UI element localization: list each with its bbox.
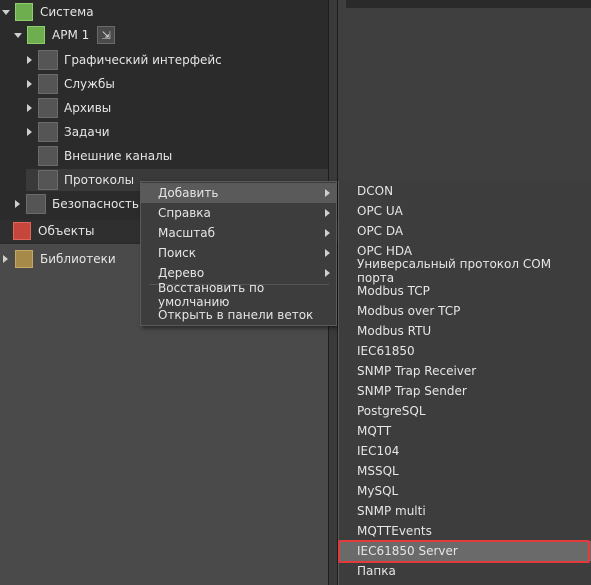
menu-item-label: Открыть в панели веток bbox=[158, 308, 314, 322]
submenu-arrow-icon bbox=[325, 249, 330, 257]
menu-item-tree[interactable]: Дерево bbox=[141, 263, 336, 283]
submenu-item[interactable]: MQTT bbox=[339, 421, 591, 441]
submenu-item-label: Modbus over TCP bbox=[357, 304, 461, 318]
tree-node-tasks[interactable]: Задачи bbox=[26, 121, 110, 143]
submenu-arrow-icon bbox=[325, 229, 330, 237]
submenu-item-label: DCON bbox=[357, 184, 394, 198]
panel-libraries-label: Библиотеки bbox=[40, 252, 116, 266]
tree-node-label: Службы bbox=[64, 77, 115, 91]
add-submenu: DCON OPC UA OPC DA OPC HDA Универсальный про… bbox=[338, 181, 591, 585]
submenu-item[interactable]: Modbus over TCP bbox=[339, 301, 591, 321]
folder-icon bbox=[38, 98, 58, 118]
submenu-item-label: MQTTEvents bbox=[357, 524, 432, 538]
panel-libraries[interactable]: Библиотеки bbox=[2, 248, 116, 270]
expand-right-icon[interactable] bbox=[26, 104, 34, 112]
folder-icon bbox=[38, 146, 58, 166]
menu-item-help[interactable]: Справка bbox=[141, 203, 336, 223]
expand-down-icon[interactable] bbox=[2, 8, 10, 16]
submenu-item[interactable]: OPC UA bbox=[339, 201, 591, 221]
expand-down-icon[interactable] bbox=[14, 31, 22, 39]
arm-action-icon[interactable]: ⇲ bbox=[97, 26, 116, 44]
objects-icon bbox=[12, 221, 32, 241]
menu-item-label: Справка bbox=[158, 206, 211, 220]
tree-node-label: Задачи bbox=[64, 125, 110, 139]
submenu-item[interactable]: MySQL bbox=[339, 481, 591, 501]
panel-objects-label: Объекты bbox=[38, 224, 95, 238]
tree-node-system[interactable]: Система bbox=[2, 1, 94, 23]
submenu-item[interactable]: Modbus RTU bbox=[339, 321, 591, 341]
submenu-item-label: Modbus TCP bbox=[357, 284, 430, 298]
submenu-item-label: Modbus RTU bbox=[357, 324, 432, 338]
tree-node-system-label: Система bbox=[40, 5, 94, 19]
submenu-item[interactable]: MSSQL bbox=[339, 461, 591, 481]
tree-node-security-label: Безопасность bbox=[52, 197, 139, 211]
tree-node-label: Графический интерфейс bbox=[64, 53, 222, 67]
menu-item-label: Дерево bbox=[158, 266, 205, 280]
tree-node-label: Архивы bbox=[64, 101, 112, 115]
expand-right-icon[interactable] bbox=[26, 128, 34, 136]
folder-icon bbox=[38, 74, 58, 94]
submenu-item[interactable]: PostgreSQL bbox=[339, 401, 591, 421]
submenu-item-label: IEC61850 Server bbox=[357, 544, 458, 558]
tree-node-label: Протоколы bbox=[64, 173, 135, 187]
submenu-item[interactable]: IEC61850 bbox=[339, 341, 591, 361]
submenu-item[interactable]: SNMP Trap Receiver bbox=[339, 361, 591, 381]
tree-node-services[interactable]: Службы bbox=[26, 73, 115, 95]
tree-node-arm[interactable]: АРМ 1 ⇲ bbox=[14, 24, 116, 46]
menu-item-add[interactable]: Добавить bbox=[141, 183, 336, 203]
workstation-icon bbox=[26, 25, 46, 45]
system-icon bbox=[14, 2, 34, 22]
tree-node-label: Внешние каналы bbox=[64, 149, 173, 163]
submenu-item-label: OPC HDA bbox=[357, 244, 413, 258]
expand-right-icon[interactable] bbox=[26, 80, 34, 88]
menu-item-label: Масштаб bbox=[158, 226, 216, 240]
submenu-item[interactable]: IEC61850 Server bbox=[339, 541, 591, 561]
submenu-item-label: SNMP Trap Receiver bbox=[357, 364, 477, 378]
right-panel-header bbox=[346, 0, 591, 8]
submenu-item-label: SNMP multi bbox=[357, 504, 426, 518]
submenu-item[interactable]: Универсальный протокол COM порта bbox=[339, 257, 591, 285]
submenu-item[interactable]: IEC104 bbox=[339, 441, 591, 461]
libraries-icon bbox=[14, 249, 34, 269]
submenu-item-label: MQTT bbox=[357, 424, 392, 438]
tree-node-graphic-interface[interactable]: Графический интерфейс bbox=[26, 49, 222, 71]
submenu-item-label: IEC61850 bbox=[357, 344, 415, 358]
submenu-item-label: IEC104 bbox=[357, 444, 400, 458]
submenu-item-label: SNMP Trap Sender bbox=[357, 384, 467, 398]
expand-right-icon[interactable] bbox=[2, 255, 10, 263]
folder-icon bbox=[26, 194, 46, 214]
menu-item-search[interactable]: Поиск bbox=[141, 243, 336, 263]
submenu-item[interactable]: OPC DA bbox=[339, 221, 591, 241]
tree-node-archives[interactable]: Архивы bbox=[26, 97, 111, 119]
tree-node-security[interactable]: Безопасность bbox=[14, 193, 139, 215]
submenu-item-label: PostgreSQL bbox=[357, 404, 426, 418]
submenu-item-label: MySQL bbox=[357, 484, 399, 498]
menu-item-restore-default[interactable]: Восстановить по умолчанию bbox=[141, 281, 336, 309]
submenu-arrow-icon bbox=[325, 269, 330, 277]
submenu-item-label: OPC UA bbox=[357, 204, 403, 218]
submenu-arrow-icon bbox=[325, 189, 330, 197]
submenu-item[interactable]: SNMP Trap Sender bbox=[339, 381, 591, 401]
menu-item-scale[interactable]: Масштаб bbox=[141, 223, 336, 243]
menu-item-open-in-branch-panel[interactable]: Открыть в панели веток bbox=[141, 305, 336, 325]
tree-node-external-channels[interactable]: Внешние каналы bbox=[26, 145, 172, 167]
context-menu: Добавить Справка Масштаб Поиск Дерево Во… bbox=[140, 181, 337, 326]
expand-right-icon[interactable] bbox=[14, 200, 22, 208]
menu-item-label: Поиск bbox=[158, 246, 197, 260]
submenu-item[interactable]: DCON bbox=[339, 181, 591, 201]
submenu-arrow-icon bbox=[325, 209, 330, 217]
submenu-item[interactable]: MQTTEvents bbox=[339, 521, 591, 541]
expand-right-icon[interactable] bbox=[26, 56, 34, 64]
folder-icon bbox=[38, 50, 58, 70]
folder-icon bbox=[38, 170, 58, 190]
tree-node-arm-label: АРМ 1 bbox=[52, 28, 90, 42]
submenu-item-label: MSSQL bbox=[357, 464, 399, 478]
submenu-item-label: Папка bbox=[357, 564, 396, 578]
submenu-item-label: OPC DA bbox=[357, 224, 404, 238]
submenu-item[interactable]: Папка bbox=[339, 561, 591, 581]
folder-icon bbox=[38, 122, 58, 142]
submenu-item[interactable]: SNMP multi bbox=[339, 501, 591, 521]
submenu-item[interactable]: Modbus TCP bbox=[339, 281, 591, 301]
menu-item-label: Добавить bbox=[158, 186, 219, 200]
